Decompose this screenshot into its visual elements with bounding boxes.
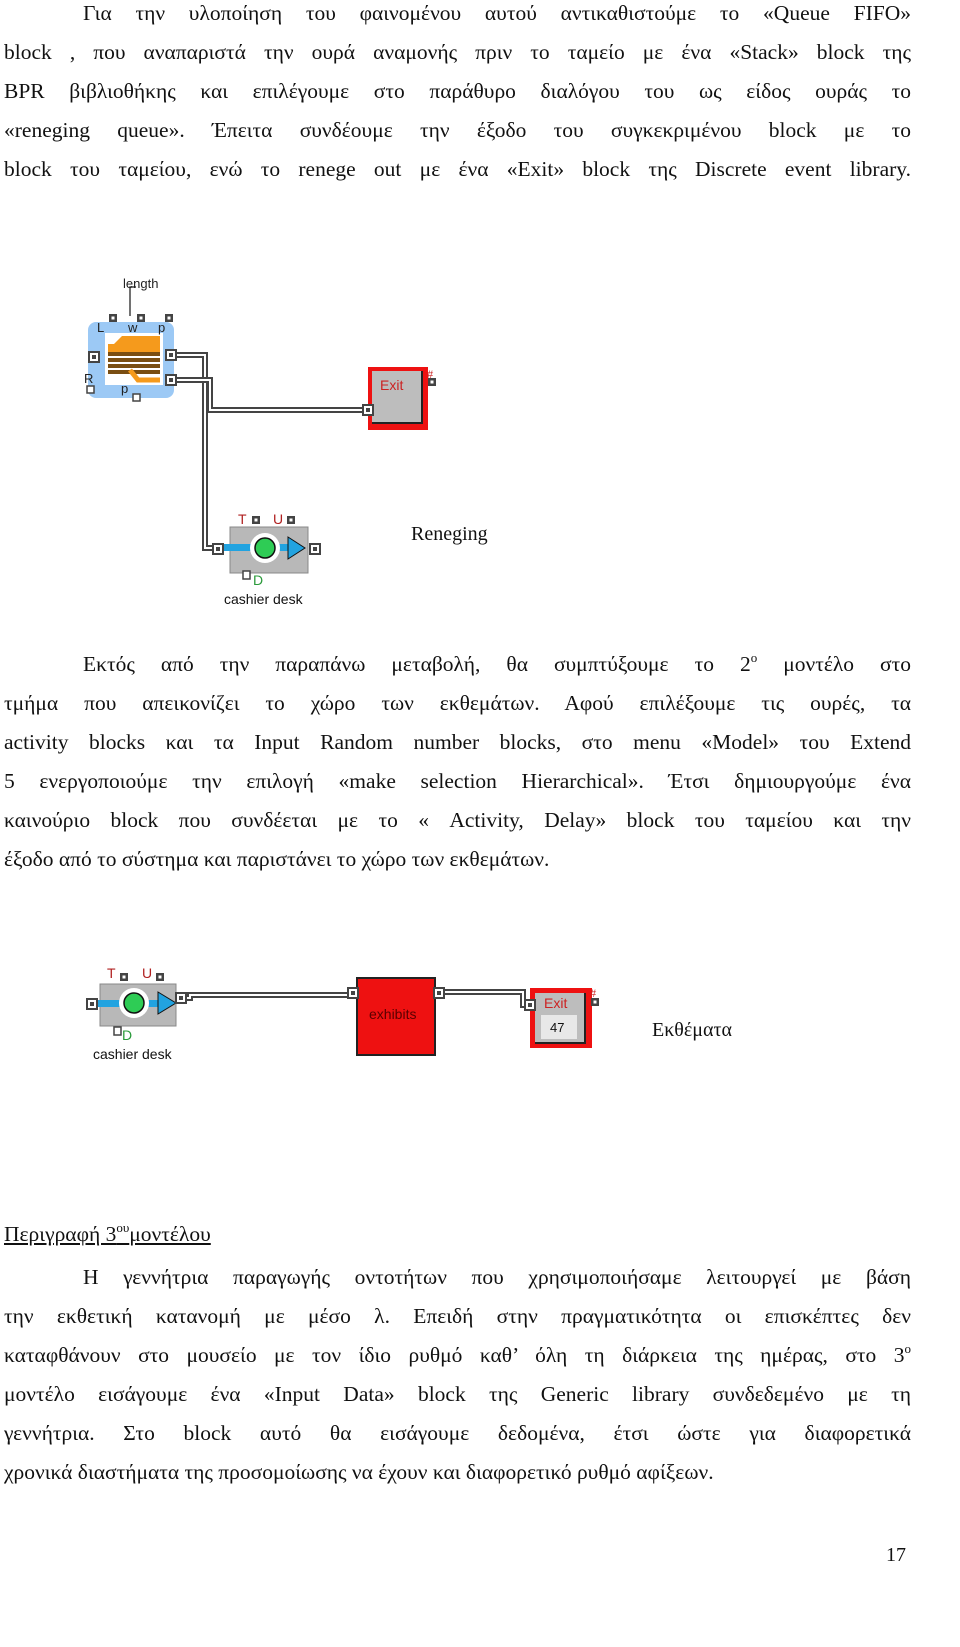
port-label-R: R	[84, 371, 93, 386]
text-line: καινούριο block που συνδέεται με το « Ac…	[4, 801, 911, 840]
line-text: Η γεννήτρια παραγωγής οντοτήτων που χρησ…	[83, 1265, 911, 1289]
line-text: μοντέλο εισάγουμε ένα «Input Data» block…	[4, 1382, 911, 1406]
heading-text: Περιγραφή 3	[4, 1222, 117, 1246]
superscript: ο	[904, 1341, 912, 1356]
cashier-desk-block[interactable]: T U D cashier desk	[86, 965, 187, 1062]
port-label-U: U	[273, 511, 283, 527]
line-text: καινούριο block που συνδέεται με το « Ac…	[4, 808, 911, 832]
clock-icon	[123, 992, 145, 1014]
exit-label: Exit	[380, 377, 403, 393]
diagram-reneging: length L w p R p Exit # T U D cashier de…	[84, 276, 488, 607]
exit-block[interactable]: Exit #	[362, 367, 436, 430]
port-label-p: p	[158, 320, 165, 335]
port-label-U: U	[142, 965, 152, 981]
exit-label: Exit	[544, 995, 567, 1011]
text-line: Εκτός από την παραπάνω μεταβολή, θα συμπ…	[4, 645, 911, 684]
text-line: 5 ενεργοποιούμε την επιλογή «make select…	[4, 762, 911, 801]
cashier-desk-block[interactable]: T U D cashier desk	[212, 511, 321, 607]
line-text: καταφθάνουν στο μουσείο με τον ίδιο ρυθμ…	[4, 1343, 905, 1367]
heading-superscript: ου	[116, 1220, 130, 1235]
heading-text-rest: μοντέλου	[129, 1222, 211, 1246]
exhibits-annotation: Εκθέματα	[652, 1019, 733, 1041]
clock-icon	[254, 537, 276, 559]
text-line: block του ταμείου, ενώ το renege out με …	[4, 150, 911, 189]
port-label-p-bottom: p	[121, 381, 128, 396]
length-label: length	[123, 276, 158, 291]
text-line: Για την υλοποίηση του φαινομένου αυτού α…	[4, 0, 911, 33]
line-text: block του ταμείου, ενώ το renege out με …	[4, 157, 911, 181]
line-text: «reneging queue». Έπειτα συνδέουμε την έ…	[4, 118, 911, 142]
text-line: καταφθάνουν στο μουσείο με τον ίδιο ρυθμ…	[4, 1336, 911, 1375]
cashier-desk-label: cashier desk	[224, 591, 304, 607]
text-line: «reneging queue». Έπειτα συνδέουμε την έ…	[4, 111, 911, 150]
exit-block[interactable]: Exit 47 #	[524, 988, 599, 1048]
exhibits-hierarchical-block[interactable]: exhibits	[347, 977, 445, 1056]
port-label-D: D	[122, 1027, 132, 1043]
reneging-annotation: Reneging	[411, 523, 488, 545]
text-line: block , που αναπαριστά την ουρά αναμονής…	[4, 33, 911, 72]
line-text: activity blocks και τα Input Random numb…	[4, 730, 911, 754]
exit-count: 47	[550, 1020, 564, 1035]
line-text: Για την υλοποίηση του φαινομένου αυτού α…	[83, 1, 911, 25]
port-label-L: L	[97, 320, 104, 335]
section-heading: Περιγραφή 3ουμοντέλου	[4, 1220, 211, 1247]
line-text-rest: μοντέλο στο	[757, 652, 911, 676]
line-text: block , που αναπαριστά την ουρά αναμονής…	[4, 40, 911, 64]
line-text: BPR βιβλιοθήκης και επιλέγουμε στο παράθ…	[4, 79, 911, 103]
line-text: γεννήτρια. Στο block αυτό θα εισάγουμε δ…	[4, 1421, 911, 1445]
text-line: γεννήτρια. Στο block αυτό θα εισάγουμε δ…	[4, 1414, 911, 1453]
port-label-T: T	[107, 965, 116, 981]
line-text: χρονικά διαστήματα της προσομοίωσης να έ…	[4, 1460, 714, 1484]
text-line: την εκθετική κατανομή με μέσο λ. Επειδή …	[4, 1297, 911, 1336]
stack-icon	[108, 336, 160, 383]
paragraph-2: Εκτός από την παραπάνω μεταβολή, θα συμπ…	[4, 645, 911, 879]
port-label-D: D	[253, 572, 263, 588]
text-line: χρονικά διαστήματα της προσομοίωσης να έ…	[4, 1453, 911, 1492]
port-label-w: w	[127, 320, 138, 335]
diagram-exhibits: T U D cashier desk exhibits Exit 47 # Εκ…	[86, 965, 733, 1062]
exit-count-hash: #	[590, 988, 597, 1000]
paragraph-1: Για την υλοποίηση του φαινομένου αυτού α…	[4, 0, 911, 189]
line-text: έξοδο από το σύστημα και παριστάνει το χ…	[4, 847, 550, 871]
text-line: activity blocks και τα Input Random numb…	[4, 723, 911, 762]
text-line: έξοδο από το σύστημα και παριστάνει το χ…	[4, 840, 911, 879]
text-line: BPR βιβλιοθήκης και επιλέγουμε στο παράθ…	[4, 72, 911, 111]
text-line: τμήμα που απεικονίζει το χώρο των εκθεμά…	[4, 684, 911, 723]
text-line: μοντέλο εισάγουμε ένα «Input Data» block…	[4, 1375, 911, 1414]
exit-count-hash: #	[427, 369, 434, 381]
line-text: την εκθετική κατανομή με μέσο λ. Επειδή …	[4, 1304, 911, 1328]
line-text: τμήμα που απεικονίζει το χώρο των εκθεμά…	[4, 691, 911, 715]
line-text: 5 ενεργοποιούμε την επιλογή «make select…	[4, 769, 911, 793]
paragraph-3: Η γεννήτρια παραγωγής οντοτήτων που χρησ…	[4, 1258, 911, 1492]
cashier-desk-label: cashier desk	[93, 1046, 173, 1062]
port-label-T: T	[238, 511, 247, 527]
page-number: 17	[886, 1544, 906, 1566]
document-page: length L w p R p Exit # T U D cashier de…	[0, 0, 960, 1647]
exhibits-label: exhibits	[369, 1006, 416, 1022]
line-text: Εκτός από την παραπάνω μεταβολή, θα συμπ…	[83, 652, 751, 676]
text-line: Η γεννήτρια παραγωγής οντοτήτων που χρησ…	[4, 1258, 911, 1297]
